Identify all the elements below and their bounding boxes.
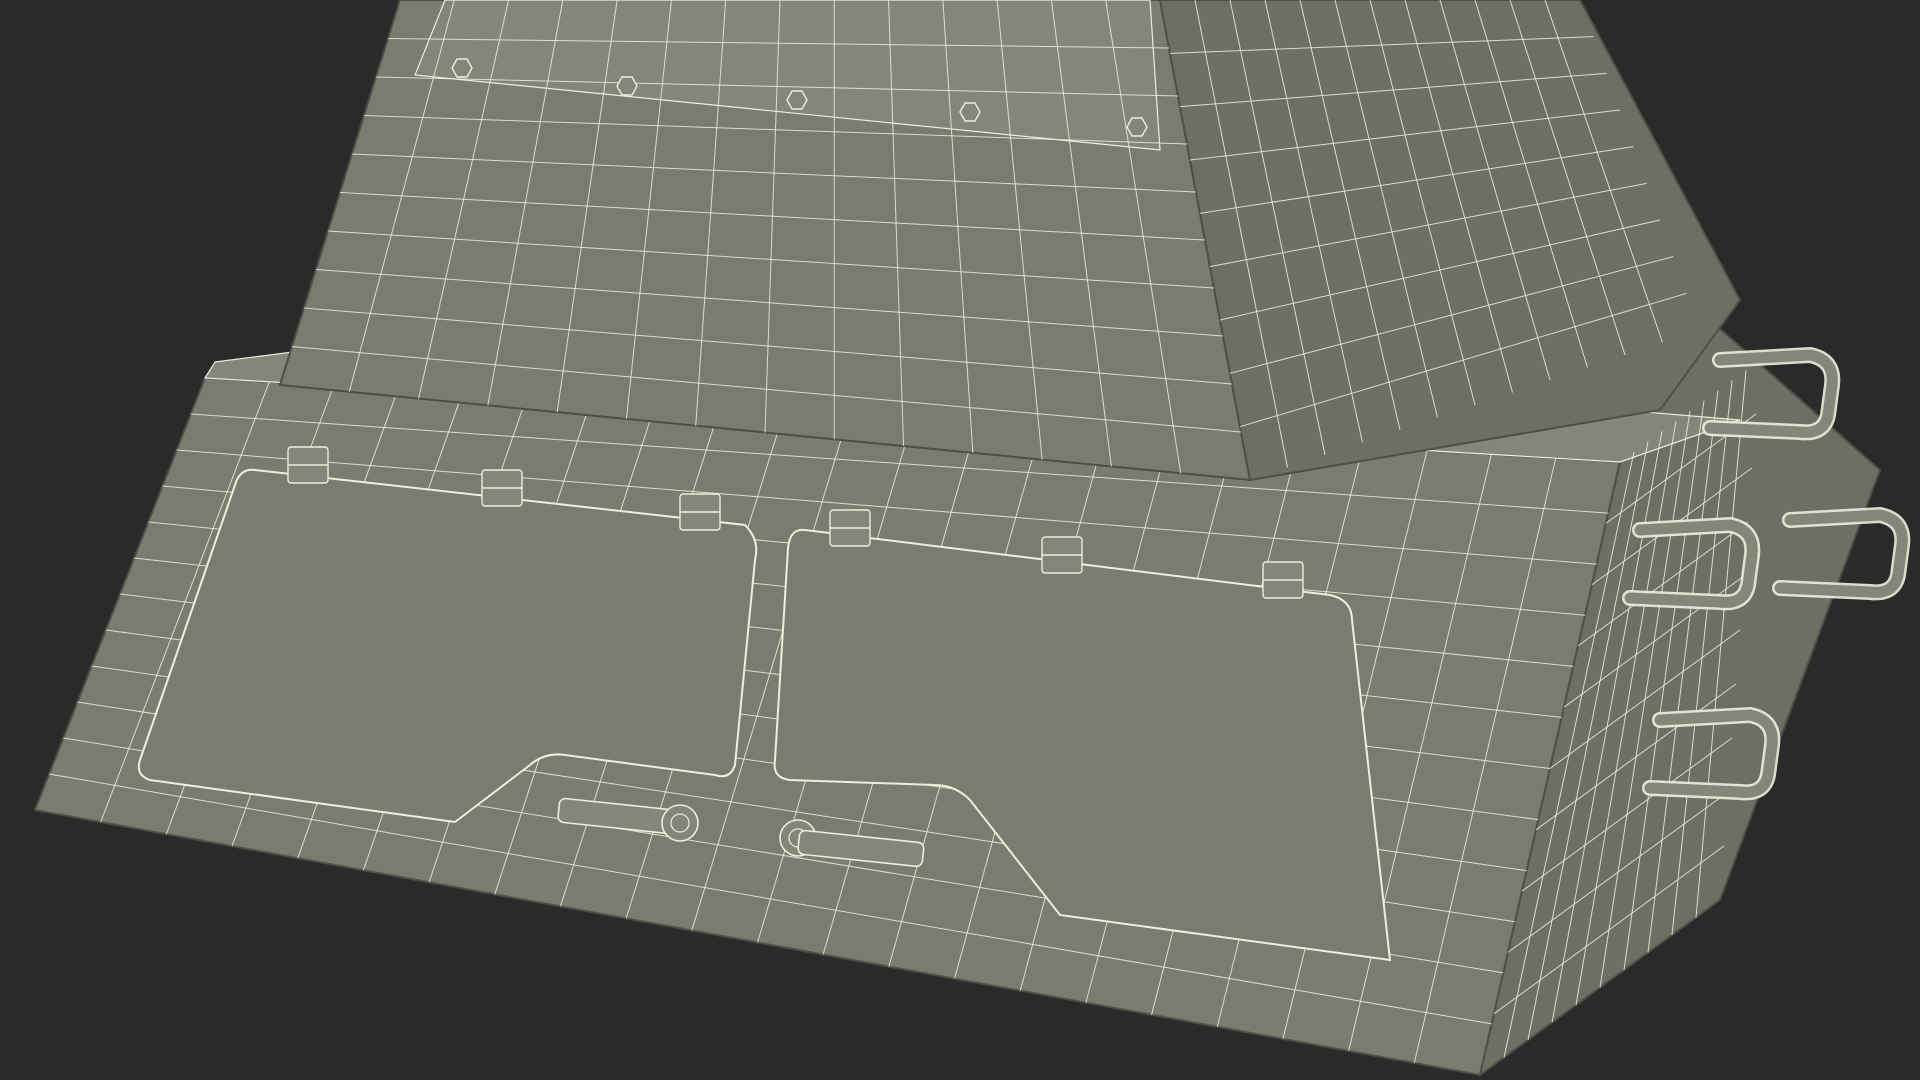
bolt: [616, 76, 638, 96]
hinge: [679, 493, 721, 531]
hinge: [1041, 536, 1083, 574]
hinge: [1262, 561, 1304, 599]
bolt: [451, 58, 473, 78]
bolt: [786, 90, 808, 110]
hinge: [481, 469, 523, 507]
hinge: [287, 446, 329, 484]
render-viewport: [0, 0, 1920, 1080]
hinge: [829, 509, 871, 547]
bolt: [1126, 117, 1148, 137]
bolt: [959, 102, 981, 122]
